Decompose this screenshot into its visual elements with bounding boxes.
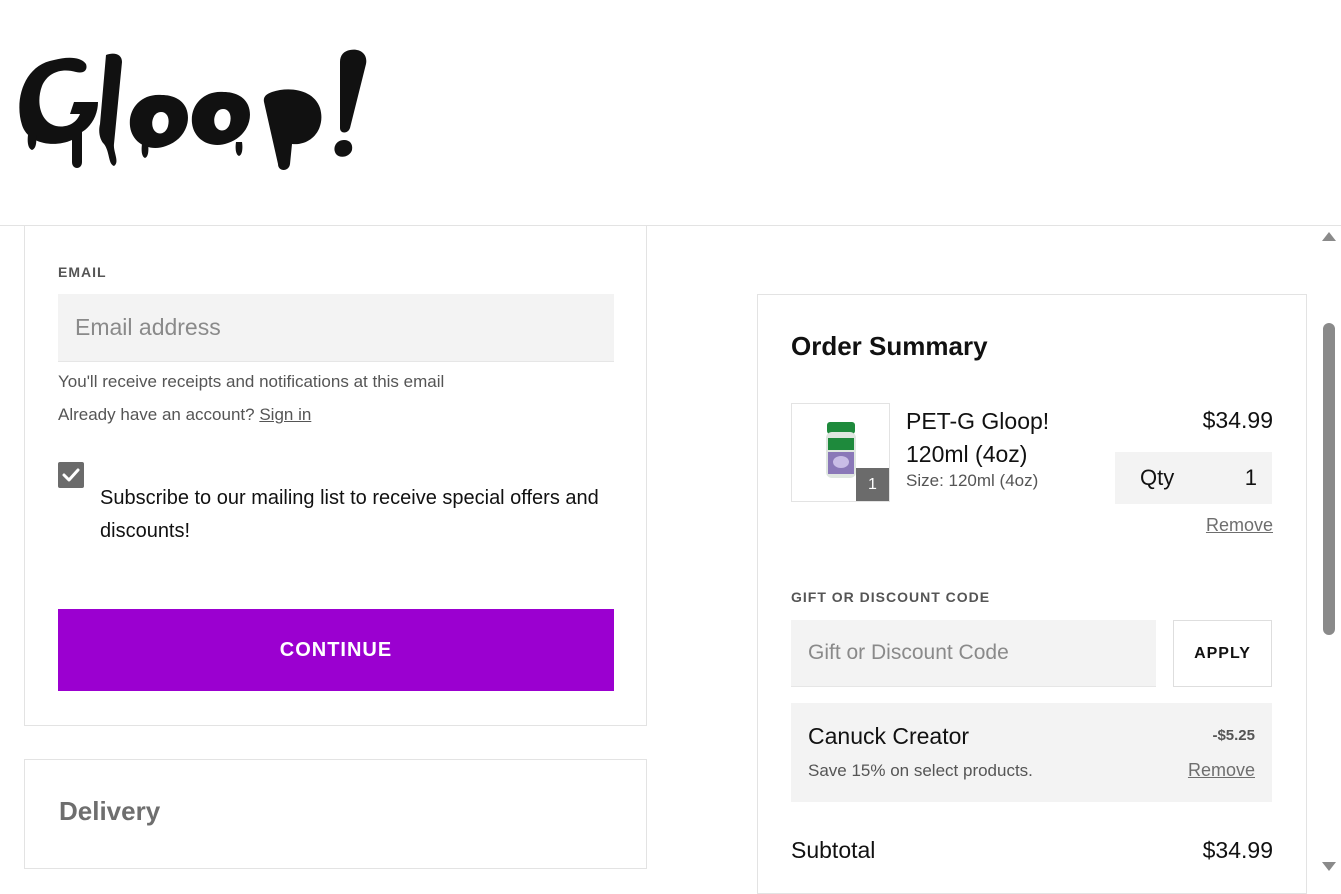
product-name: PET-G Gloop! 120ml (4oz) xyxy=(906,408,1050,467)
scrollbar-thumb[interactable] xyxy=(1323,323,1335,635)
email-input[interactable] xyxy=(58,294,614,362)
product-price: $34.99 xyxy=(1202,407,1273,433)
page-scrollbar[interactable] xyxy=(1318,226,1341,878)
order-summary: Order Summary 1 PET-G Gloop! 120ml (4oz)… xyxy=(757,294,1307,894)
gloop-logo[interactable] xyxy=(14,40,374,180)
contact-section: EMAIL You'll receive receipts and notifi… xyxy=(24,226,647,726)
subtotal-label: Subtotal xyxy=(791,837,876,863)
account-prompt: Already have an account? Sign in xyxy=(58,405,311,425)
quantity-value: 1 xyxy=(1244,465,1257,490)
subscribe-checkbox[interactable] xyxy=(58,462,84,488)
discount-code-input[interactable] xyxy=(791,620,1156,687)
gloop-logo-image xyxy=(19,49,367,170)
continue-button[interactable]: CONTINUE xyxy=(58,609,614,691)
thumbnail-quantity-badge: 1 xyxy=(856,468,889,501)
product-thumbnail: 1 xyxy=(791,403,890,502)
order-summary-title: Order Summary xyxy=(791,331,988,361)
scroll-up-arrow-icon[interactable] xyxy=(1322,232,1336,241)
delivery-title: Delivery xyxy=(59,796,161,826)
discount-code-label: GIFT OR DISCOUNT CODE xyxy=(791,589,991,605)
remove-promo-link[interactable]: Remove xyxy=(1188,760,1255,781)
quantity-selector[interactable]: Qty 1 xyxy=(1115,452,1272,504)
applied-promo: Canuck Creator Save 15% on select produc… xyxy=(791,703,1272,802)
delivery-section: Delivery xyxy=(24,759,647,869)
subscribe-label: Subscribe to our mailing list to receive… xyxy=(100,487,599,542)
promo-name: Canuck Creator xyxy=(808,723,970,749)
product-size: Size: 120ml (4oz) xyxy=(906,471,1039,490)
remove-item-link[interactable]: Remove xyxy=(1206,515,1273,536)
subtotal-value: $34.99 xyxy=(1202,837,1273,863)
email-helper-text: You'll receive receipts and notification… xyxy=(58,372,445,391)
scroll-down-arrow-icon[interactable] xyxy=(1322,862,1336,871)
site-header xyxy=(0,0,1341,226)
quantity-label: Qty xyxy=(1140,465,1175,490)
apply-discount-button[interactable]: APPLY xyxy=(1173,620,1272,687)
checkmark-icon xyxy=(62,468,80,482)
promo-amount: -$5.25 xyxy=(1212,727,1255,744)
account-prompt-text: Already have an account? xyxy=(58,405,255,424)
sign-in-link[interactable]: Sign in xyxy=(259,405,311,424)
promo-description: Save 15% on select products. xyxy=(808,761,1033,780)
email-label: EMAIL xyxy=(58,264,107,280)
